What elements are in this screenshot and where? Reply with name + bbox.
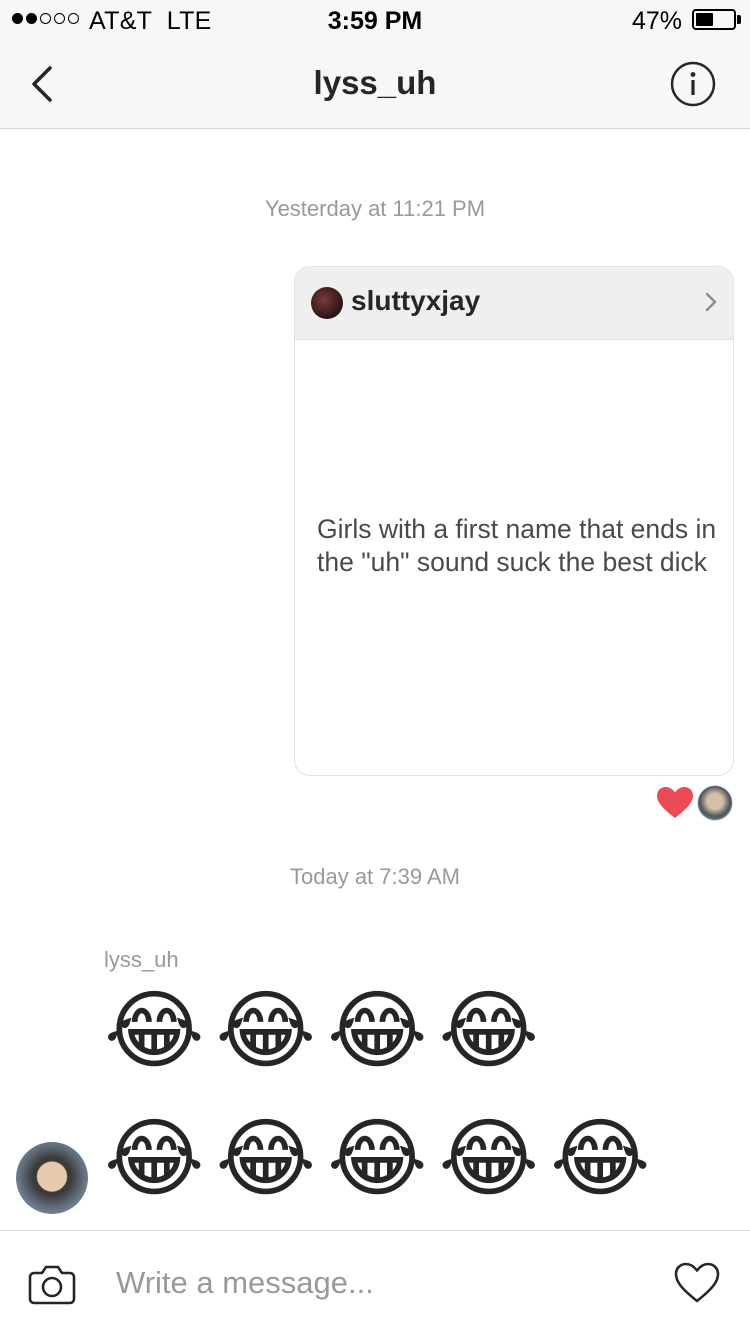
shared-post-header[interactable]: sluttyxjay xyxy=(295,267,733,340)
heart-icon xyxy=(657,787,693,818)
message-input[interactable] xyxy=(116,1255,636,1311)
battery-nub xyxy=(737,15,741,24)
avatar xyxy=(311,287,343,319)
shared-post-username: sluttyxjay xyxy=(351,285,481,316)
sender-name: lyss_uh xyxy=(104,947,179,972)
status-bar: AT&T LTE 3:59 PM 47% xyxy=(0,0,750,40)
shared-post-text: Girls with a first name that ends in the… xyxy=(317,514,717,577)
conversation-title[interactable]: lyss_uh xyxy=(0,64,750,102)
message-timestamp: Yesterday at 11:21 PM xyxy=(264,196,486,221)
info-circle-icon[interactable] xyxy=(670,61,716,107)
message-text: 😂😂😂😂😂 xyxy=(104,1109,662,1209)
chevron-right-icon xyxy=(705,292,717,312)
heart-outline-icon[interactable] xyxy=(674,1262,720,1304)
avatar[interactable] xyxy=(16,1142,88,1214)
camera-icon[interactable] xyxy=(28,1261,76,1305)
message-composer xyxy=(0,1230,750,1335)
message-bubble[interactable]: 😂😂😂😂😂 xyxy=(104,1112,661,1206)
avatar xyxy=(697,785,733,821)
shared-post-card[interactable]: sluttyxjay Girls with a first name that … xyxy=(294,266,734,776)
battery-percent: 47% xyxy=(631,7,682,35)
conversation-header: lyss_uh xyxy=(0,40,750,129)
battery-icon xyxy=(692,9,736,30)
message-bubble[interactable]: 😂😂😂😂 xyxy=(104,984,550,1078)
message-timestamp: Today at 7:39 AM xyxy=(290,864,460,889)
message-text: 😂😂😂😂 xyxy=(104,981,550,1081)
